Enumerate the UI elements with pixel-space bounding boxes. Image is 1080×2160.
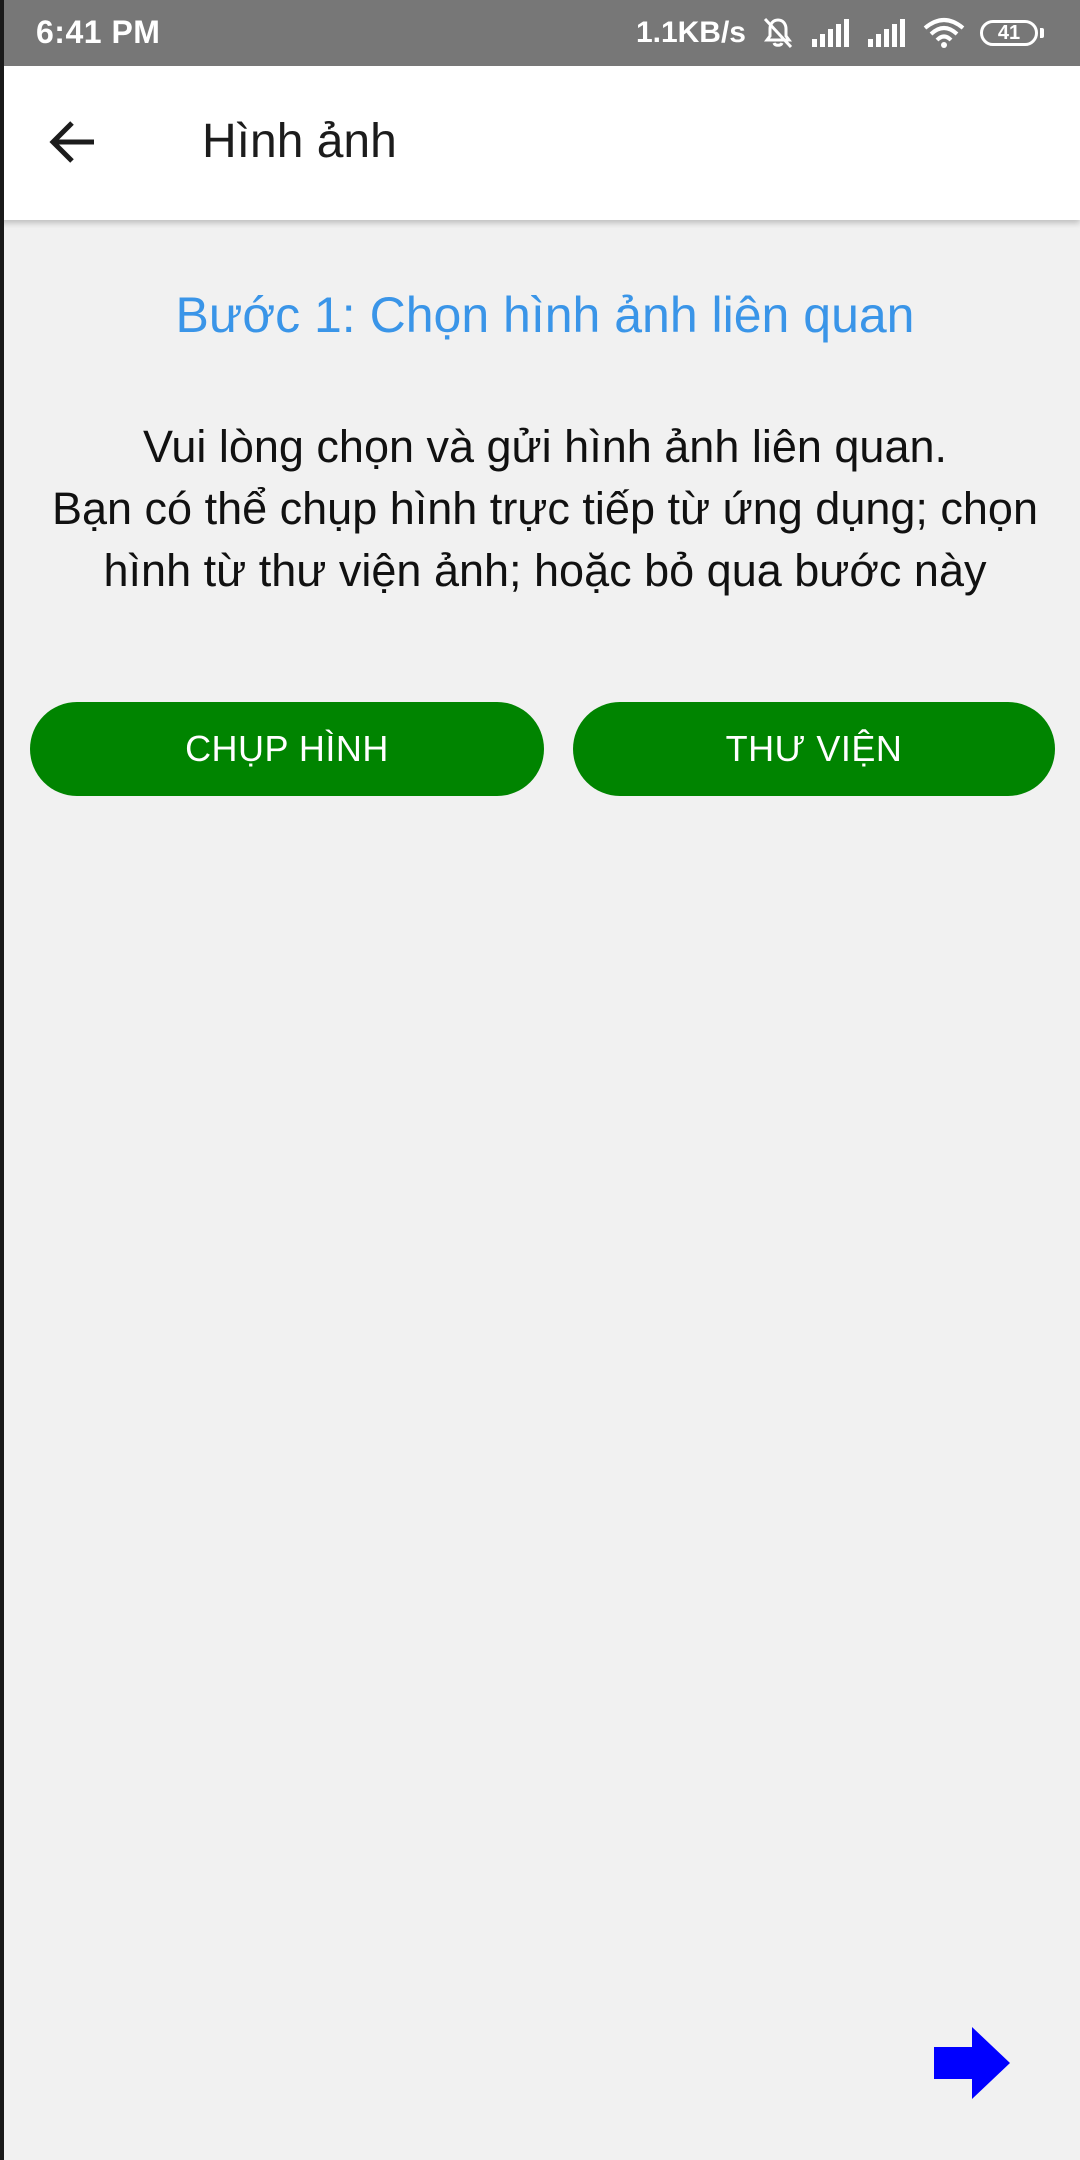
network-speed: 1.1KB/s [635, 16, 746, 49]
instruction-line: hình từ thư viện ảnh; hoặc bỏ qua bước n… [103, 545, 987, 596]
signal-icon [866, 17, 908, 49]
app-bar: Hình ảnh [0, 66, 1080, 220]
signal-icon [810, 17, 852, 49]
gallery-button[interactable]: THƯ VIỆN [573, 702, 1055, 796]
wifi-icon [922, 16, 966, 50]
battery-icon: 41 [980, 18, 1044, 48]
take-photo-button[interactable]: CHỤP HÌNH [30, 702, 544, 796]
instruction-line: Bạn có thể chụp hình trực tiếp từ ứng dụ… [51, 483, 1038, 534]
muted-bell-icon [760, 15, 796, 51]
next-button[interactable] [934, 2027, 1010, 2099]
arrow-left-icon [48, 119, 98, 170]
status-bar: 6:41 PM 1.1KB/s 41 [0, 0, 1080, 66]
step-title: Bước 1: Chọn hình ảnh liên quan [175, 287, 915, 343]
arrow-right-icon [934, 2027, 1010, 2103]
battery-level: 41 [980, 20, 1038, 46]
status-time: 6:41 PM [36, 14, 161, 50]
status-indicators: 1.1KB/s 41 [636, 10, 1044, 56]
screen-edge [0, 0, 4, 2160]
instruction-line: Vui lòng chọn và gửi hình ảnh liên quan. [142, 421, 948, 472]
page-title: Hình ảnh [202, 115, 397, 168]
instructions-text: Vui lòng chọn và gửi hình ảnh liên quan.… [0, 416, 1080, 602]
back-button[interactable] [38, 109, 108, 179]
